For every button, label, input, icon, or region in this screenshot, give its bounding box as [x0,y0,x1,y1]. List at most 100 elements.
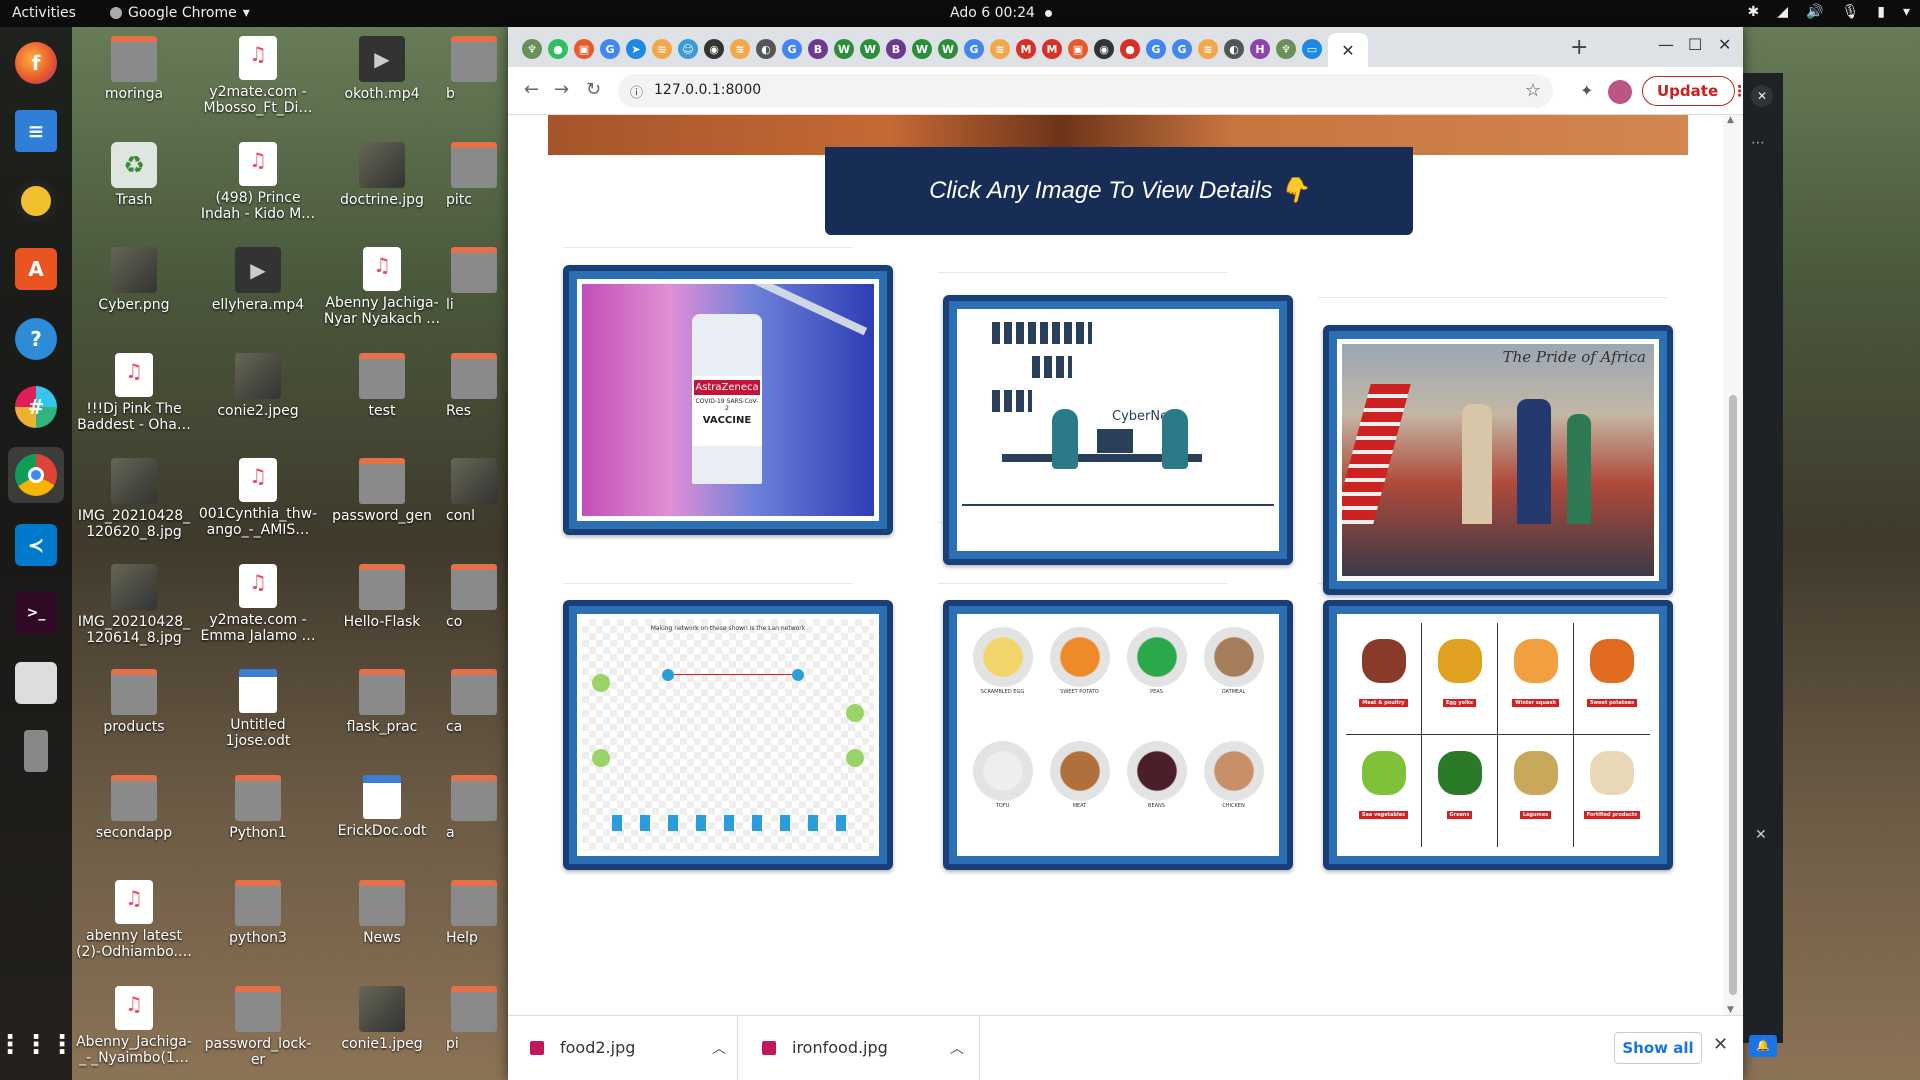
rhythmbox-icon[interactable] [8,173,64,229]
browser-tab-favicon[interactable]: B [886,39,906,59]
update-button[interactable]: Update ⋮ [1642,76,1747,106]
browser-tab-favicon[interactable]: ▣ [574,39,594,59]
desktop-icon[interactable]: ca [446,669,501,735]
desktop-icon[interactable]: Cyber.png [74,247,194,313]
desktop-icon[interactable]: doctrine.jpg [322,141,442,208]
desktop-icon[interactable]: flask_prac [322,669,442,735]
close-icon[interactable]: ✕ [1751,85,1773,107]
new-tab-button[interactable]: + [1570,35,1588,60]
desktop-icon[interactable]: ♫ (498) Prince Indah - Kido M… [198,141,318,222]
browser-tab-favicon[interactable]: ◉ [1094,39,1114,59]
app-menu[interactable]: Google Chrome ▾ [110,5,250,21]
desktop-icon[interactable]: ♫ Abenny_Jachiga-_-_Nyaimbo(1… [74,985,194,1066]
desktop-icon[interactable]: test [322,352,442,419]
activities-button[interactable]: Activities [12,5,76,21]
browser-tab-favicon[interactable]: ● [548,39,568,59]
desktop-icon[interactable]: ▶ okoth.mp4 [322,36,442,102]
firefox-icon[interactable]: f [8,35,64,91]
show-all-button[interactable]: Show all [1614,1032,1702,1064]
browser-tab-favicon[interactable]: W [938,39,958,59]
desktop-icon[interactable]: IMG_20210428_ 120614_8.jpg [74,563,194,646]
browser-tab-favicon[interactable]: G [600,39,620,59]
desktop-icon[interactable]: a [446,774,501,841]
desktop-icon[interactable]: python3 [198,880,318,946]
power-menu-icon[interactable]: ▾ [1903,4,1910,20]
desktop-icon[interactable]: ErickDoc.odt [322,774,442,839]
help-icon[interactable]: ? [8,311,64,367]
files-icon[interactable] [8,655,64,711]
browser-tab-favicon[interactable]: H [1250,39,1270,59]
desktop-icon[interactable]: conl [446,458,501,524]
scroll-thumb[interactable] [1729,395,1737,995]
profile-avatar[interactable] [1608,80,1632,104]
browser-tab-favicon[interactable]: ➤ [626,39,646,59]
slack-tray-icon[interactable]: ✱ [1748,4,1760,20]
browser-tab-favicon[interactable]: ≋ [730,39,750,59]
desktop-icon[interactable]: password_lock-er [198,985,318,1068]
notification-bell-icon[interactable]: 🔔 [1749,1035,1777,1057]
clock[interactable]: Ado 6 00:24 [950,5,1052,21]
desktop-icon[interactable]: ♫ !!!Dj Pink The Baddest - Oha… [74,352,194,433]
browser-tab-favicon[interactable]: ≋ [990,39,1010,59]
desktop-icon[interactable]: pi [446,985,501,1052]
browser-tab-favicon[interactable]: W [834,39,854,59]
desktop-icon[interactable]: password_gen [322,458,442,524]
maximize-icon[interactable]: ☐ [1688,35,1702,54]
address-bar[interactable]: ⓘ 127.0.0.1:8000 ☆ [618,74,1553,108]
desktop-icon[interactable]: ♫ Abenny Jachiga- Nyar Nyakach … [322,247,442,327]
pride-of-africa-card[interactable]: The Pride of Africa [1323,325,1673,595]
browser-tab-favicon[interactable]: ◐ [1224,39,1244,59]
system-tray[interactable]: ✱ ◢ 🔊 🎙 ▮ ▾ [1748,4,1910,20]
chrome-icon[interactable] [8,447,64,503]
back-icon[interactable]: ← [524,79,539,100]
removable-drive-icon[interactable] [8,723,64,779]
page-scrollbar[interactable]: ▲ ▼ [1723,115,1743,1015]
minimize-icon[interactable]: — [1658,35,1674,54]
desktop-icon[interactable]: ♻ Trash [74,141,194,208]
desktop-icon[interactable]: News [322,880,442,946]
desktop-icon[interactable]: pitc [446,141,501,208]
desktop-icon[interactable]: b [446,36,501,102]
desktop-icon[interactable]: moringa [74,36,194,102]
browser-tab-favicon[interactable]: M [1016,39,1036,59]
browser-tab-favicon[interactable]: ◐ [756,39,776,59]
desktop-icon[interactable]: IMG_20210428_ 120620_8.jpg [74,458,194,540]
download-item-2[interactable]: ironfood.jpg ︿ [740,1016,980,1080]
software-icon[interactable]: A [8,241,64,297]
terminal-icon[interactable]: >_ [8,585,64,641]
close-icon-2[interactable]: ✕ [1755,827,1767,843]
download-item-1[interactable]: food2.jpg ︿ [508,1016,738,1080]
browser-tab-favicon[interactable]: W [860,39,880,59]
desktop-icon[interactable]: Hello-Flask [322,563,442,630]
active-tab-close-icon[interactable]: ✕ [1328,33,1368,67]
cybernet-card[interactable]: CyberNet [943,295,1293,565]
browser-tab-favicon[interactable]: ♆ [522,39,542,59]
extensions-icon[interactable]: ✦ [1580,81,1593,100]
desktop-icon[interactable]: ▶ ellyhera.mp4 [198,247,318,313]
browser-tab-favicon[interactable]: M [1042,39,1062,59]
desktop-icon[interactable]: co [446,563,501,630]
desktop-icon[interactable]: li [446,247,501,313]
desktop-icon[interactable]: ♫ y2mate.com - Mbosso_Ft_Di… [198,36,318,116]
scroll-down-icon[interactable]: ▼ [1727,1005,1734,1015]
browser-tab-favicon[interactable]: ☺ [678,39,698,59]
chevron-up-icon[interactable]: ︿ [712,1038,726,1058]
browser-tab-favicon[interactable]: ≋ [1198,39,1218,59]
site-info-icon[interactable]: ⓘ [630,82,643,101]
browser-tab-favicon[interactable]: G [1146,39,1166,59]
network-diagram-card[interactable]: Making network on these shown is the Lan… [563,600,893,870]
browser-tab-favicon[interactable]: ▣ [1068,39,1088,59]
app-grid-icon[interactable]: ⋮⋮⋮ [0,1017,75,1073]
browser-tab-favicon[interactable]: ♆ [1276,39,1296,59]
desktop-icon[interactable]: Res [446,352,501,419]
browser-tab-favicon[interactable]: W [912,39,932,59]
bookmark-star-icon[interactable]: ☆ [1525,80,1541,101]
slack-icon[interactable]: # [8,379,64,435]
browser-tab-favicon[interactable]: G [964,39,984,59]
browser-tab-favicon[interactable]: G [1172,39,1192,59]
browser-tab-favicon[interactable]: G [782,39,802,59]
browser-tab-favicon[interactable]: ● [1120,39,1140,59]
astrazeneca-vaccine-card[interactable]: AstraZeneca COVID-19 SARS-CoV-2 VACCINE [563,265,893,535]
close-downloads-icon[interactable]: ✕ [1713,1034,1728,1055]
window-close-icon[interactable]: ✕ [1718,35,1731,54]
